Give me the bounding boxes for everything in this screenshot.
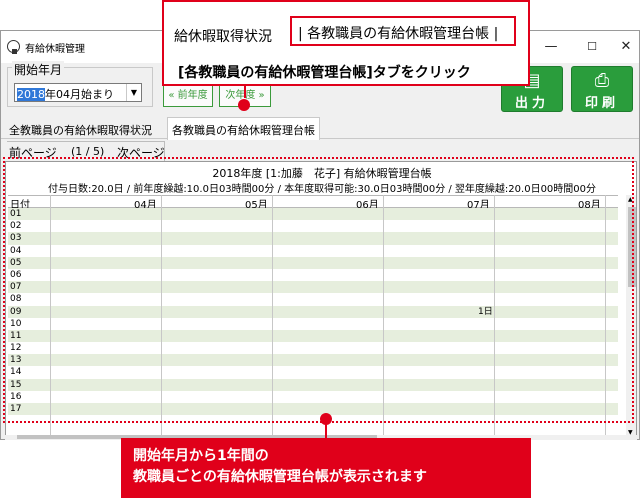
table-row: 06 [8, 268, 618, 282]
vertical-scroll-thumb[interactable] [628, 207, 636, 287]
grid-divider [161, 195, 162, 435]
table-row: 10 [8, 317, 618, 330]
pager: 前ページ (1 / 5) 次ページ [1, 141, 639, 161]
print-label: 印刷 [584, 96, 619, 111]
row-day: 14 [10, 367, 22, 378]
start-period-select[interactable]: 2018年04月始まり ▼ [14, 83, 142, 102]
row-day: 13 [10, 355, 22, 366]
tab-pointer-dot [238, 99, 250, 111]
grid-divider [494, 195, 495, 435]
chevron-down-icon[interactable]: ▼ [126, 84, 141, 101]
ledger-heading: 2018年度 [1:加藤 花子] 有給休暇管理台帳 [212, 167, 432, 180]
ledger-callout: 開始年月から1年間の 教職員ごとの有給休暇管理台帳が表示されます [121, 424, 531, 498]
tab-callout: 給休暇取得状況 | 各教職員の有給休暇管理台帳 | [各教職員の有給休暇管理台帳… [162, 0, 530, 98]
table-row: 11 [8, 329, 618, 343]
row-day: 03 [10, 233, 22, 244]
grid-divider [605, 195, 606, 435]
callout-top-message: [各教職員の有給休暇管理台帳]タブをクリック [178, 65, 471, 81]
callout-tab-left: 給休暇取得状況 [174, 29, 272, 45]
grid-divider [383, 195, 384, 435]
printer-icon: ⎙ [594, 70, 610, 91]
row-day: 09 [10, 306, 22, 317]
ledger-grid: 日付 04月 05月 06月 07月 08月 01 02 03 04 05 06 07 08 0… [8, 195, 618, 416]
row-day: 11 [10, 330, 22, 341]
start-period-group: 開始年月 2018年04月始まり ▼ [7, 61, 153, 107]
start-period-legend: 開始年月 [12, 61, 65, 78]
table-row: 17 [8, 403, 618, 416]
table-row: 01 [8, 208, 618, 221]
grid-divider [272, 195, 273, 435]
row-day: 12 [10, 343, 22, 354]
callout-tab-sep: | [298, 26, 303, 42]
table-row: 14 [8, 366, 618, 379]
window-title: 有給休暇管理 [25, 44, 85, 55]
scroll-up-icon[interactable]: ▲ [628, 196, 633, 203]
row-day: 06 [10, 269, 22, 280]
ledger-panel: 2018年度 [1:加藤 花子] 有給休暇管理台帳 付与日数:20.0日 / 前… [5, 161, 637, 436]
tab-each-staff-ledger[interactable]: 各教職員の有給休暇管理台帳 [167, 117, 320, 140]
minimize-button[interactable]: — [531, 37, 571, 57]
ledger-pointer-dot [320, 413, 332, 425]
table-row: 13 [8, 354, 618, 367]
start-period-rest: 年04月始まり [45, 88, 114, 101]
table-row: 02 [8, 220, 618, 233]
row-day: 05 [10, 257, 22, 268]
vertical-scrollbar[interactable]: ▲ ▼ [626, 195, 636, 435]
ledger-summary: 付与日数:20.0日 / 前年度繰越:10.0日03時間00分 / 本年度取得可… [47, 184, 597, 195]
callout-bottom-line2: 教職員ごとの有給休暇管理台帳が表示されます [133, 469, 427, 485]
row-day: 16 [10, 391, 22, 402]
tab-bar: 全教職員の有給休暇取得状況 各教職員の有給休暇管理台帳 [1, 117, 639, 140]
callout-tab-right-bar: | [493, 26, 499, 42]
row-day: 10 [10, 318, 22, 329]
table-row: 12 [8, 342, 618, 355]
callout-top-connector [244, 86, 246, 98]
table-row: 08 [8, 293, 618, 306]
ledger-header-row: 日付 04月 05月 06月 07月 08月 [8, 195, 618, 211]
next-page-link[interactable]: 次ページ [117, 144, 165, 161]
page-indicator: (1 / 5) [71, 145, 105, 158]
row-day: 15 [10, 379, 22, 390]
table-row: 16 [8, 390, 618, 403]
prev-page-link[interactable]: 前ページ [9, 144, 57, 161]
start-period-year: 2018 [17, 88, 45, 101]
row-day: 17 [10, 404, 22, 414]
callout-tab-row: 給休暇取得状況 | 各教職員の有給休暇管理台帳 | [170, 16, 520, 52]
table-row: 07 [8, 281, 618, 294]
row-day: 01 [10, 209, 22, 219]
row-day: 02 [10, 221, 22, 232]
callout-bottom-connector [325, 424, 327, 438]
prev-year-button[interactable]: « 前年度 [163, 85, 213, 107]
callout-tab-right-label: 各教職員の有給休暇管理台帳 [307, 26, 490, 42]
output-label: 出力 [514, 96, 549, 111]
table-row: 03 [8, 232, 618, 245]
tab-all-staff[interactable]: 全教職員の有給休暇取得状況 [5, 120, 156, 139]
callout-tab-right: | 各教職員の有給休暇管理台帳 | [290, 16, 516, 46]
table-row: 09 1日 [8, 305, 618, 318]
callout-bottom-line1: 開始年月から1年間の [133, 448, 269, 464]
print-button[interactable]: ⎙ 印刷 [571, 66, 633, 112]
app-window: 有給休暇管理 — ☐ ✕ 開始年月 2018年04月始まり ▼ « 前年度 次年… [0, 30, 640, 440]
row-day: 04 [10, 245, 22, 256]
row-day: 07 [10, 282, 22, 293]
table-row: 05 [8, 256, 618, 269]
close-button[interactable]: ✕ [606, 37, 640, 57]
table-row: 15 [8, 378, 618, 391]
grid-divider [50, 195, 51, 435]
app-icon [7, 40, 20, 54]
ledger-rows: 01 02 03 04 05 06 07 08 09 1日 10 11 12 13 14 15 16 17 [8, 208, 618, 416]
table-cell[interactable]: 1日 [478, 306, 493, 318]
row-day: 08 [10, 294, 22, 305]
table-row: 04 [8, 244, 618, 257]
